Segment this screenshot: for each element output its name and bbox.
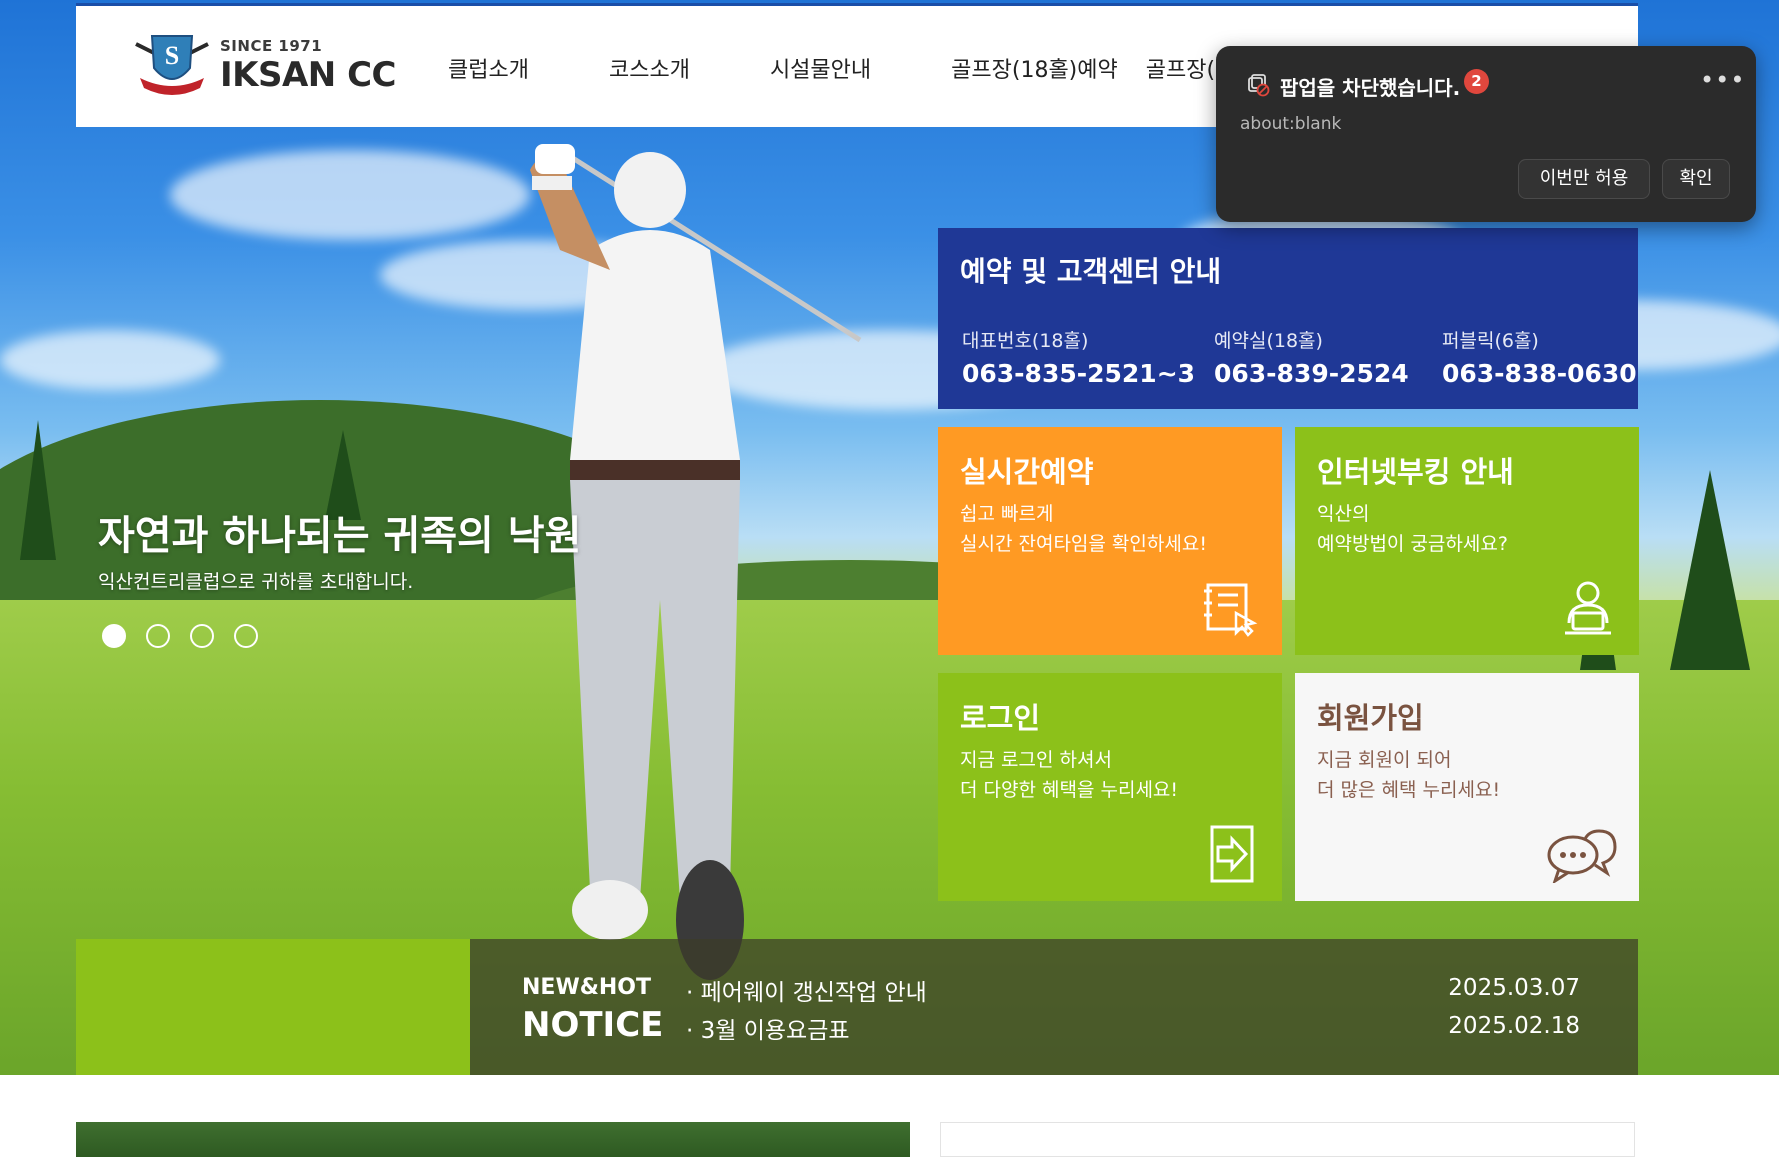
tile-desc-line: 익산의 [1317,503,1370,525]
popup-title: 팝업을 차단했습니다. [1280,76,1461,100]
nav-golf-18-reservation[interactable]: 골프장(18홀)예약 [951,52,1118,84]
notice-item-title[interactable]: · 3월 이용요금표 [686,1011,850,1045]
nav-club-intro[interactable]: 클럽소개 [448,52,529,84]
confirm-button[interactable]: 확인 [1662,159,1730,199]
contact-reservation: 예약실(18홀) 063-839-2524 [1214,326,1409,388]
tile-desc-line: 더 많은 혜택 누리세요! [1317,779,1501,801]
notice-label-bottom: NOTICE [522,1005,664,1045]
user-laptop-icon [1565,581,1611,635]
logo-since: SINCE 1971 [220,36,323,55]
popup-blocked-icon [1248,74,1270,97]
slide-dot-4[interactable] [234,624,258,648]
hero-title: 자연과 하나되는 귀족의 낙원 [98,513,582,559]
contact-public: 퍼블릭(6홀) 063-838-0630 [1442,326,1637,388]
blocked-url[interactable]: about:blank [1240,114,1341,134]
allow-once-button[interactable]: 이번만 허용 [1518,159,1650,199]
contact-main: 대표번호(18홀) 063-835-2521~3 [962,326,1195,388]
tile-desc-line: 쉽고 빠르게 [960,503,1054,525]
tile-desc: 지금 회원이 되어 더 많은 혜택 누리세요! [1317,745,1500,805]
site-logo[interactable]: S SINCE 1971 IKSAN CC [132,28,397,102]
tile-desc: 지금 로그인 하셔서 더 다양한 혜택을 누리세요! [960,745,1178,805]
content-card [940,1122,1635,1157]
nav-course-intro[interactable]: 코스소개 [609,52,690,84]
notice-item-date: 2025.02.18 [1448,1013,1580,1039]
slide-dot-2[interactable] [146,624,170,648]
tile-title: 실시간예약 [960,455,1094,489]
notice-item-title[interactable]: · 페어웨이 갱신작업 안내 [686,973,927,1007]
tile-title: 회원가입 [1317,701,1424,735]
popup-count-badge: 2 [1464,69,1489,94]
svg-text:S: S [165,41,179,70]
tile-desc-line: 지금 회원이 되어 [1317,749,1452,771]
nav-facilities[interactable]: 시설물안내 [770,52,871,84]
slide-dot-1[interactable] [102,624,126,648]
tree [1670,470,1750,670]
notice-item-date: 2025.03.07 [1448,975,1580,1001]
login-icon [1210,825,1254,883]
info-title: 예약 및 고객센터 안내 [960,255,1222,288]
contact-label: 예약실(18홀) [1214,330,1323,352]
tile-desc-line: 더 다양한 혜택을 누리세요! [960,779,1179,801]
tile-desc-line: 지금 로그인 하셔서 [960,749,1112,771]
notice-label-top: NEW&HOT [522,975,652,1000]
tile-login[interactable]: 로그인 지금 로그인 하셔서 더 다양한 혜택을 누리세요! [938,673,1282,901]
chat-icon [1547,829,1617,883]
tile-desc: 익산의 예약방법이 궁금하세요? [1317,499,1508,559]
main-nav: 클럽소개 코스소개 시설물안내 골프장(18홀)예약 골프장(6 [448,52,1309,84]
tile-title: 인터넷부킹 안내 [1317,455,1514,489]
course-photo[interactable] [76,1122,910,1157]
tile-title: 로그인 [960,701,1041,735]
more-options-icon[interactable]: ••• [1700,66,1745,94]
tile-realtime-reservation[interactable]: 실시간예약 쉽고 빠르게 실시간 잔여타임을 확인하세요! [938,427,1282,655]
contact-number[interactable]: 063-835-2521~3 [962,359,1195,388]
contact-label: 대표번호(18홀) [962,330,1089,352]
logo-shield-icon: S [132,28,212,102]
tile-signup[interactable]: 회원가입 지금 회원이 되어 더 많은 혜택 누리세요! [1295,673,1639,901]
tree [20,420,56,560]
golfer-image [530,144,862,980]
reservation-icon [1204,583,1258,637]
hero-subtitle: 익산컨트리클럽으로 귀하를 초대합니다. [98,571,414,593]
tile-internet-booking[interactable]: 인터넷부킹 안내 익산의 예약방법이 궁금하세요? [1295,427,1639,655]
tile-desc-line: 실시간 잔여타임을 확인하세요! [960,533,1207,555]
logo-name: IKSAN CC [220,54,397,95]
contact-number[interactable]: 063-838-0630 [1442,359,1637,388]
tile-desc-line: 예약방법이 궁금하세요? [1317,533,1508,555]
notice-accent-block [76,939,470,1075]
contact-number[interactable]: 063-839-2524 [1214,359,1409,388]
contact-label: 퍼블릭(6홀) [1442,330,1539,352]
tile-desc: 쉽고 빠르게 실시간 잔여타임을 확인하세요! [960,499,1207,559]
cloud [0,330,220,390]
notice-bar: NEW&HOT NOTICE · 페어웨이 갱신작업 안내 2025.03.07… [470,939,1638,1075]
reservation-info-panel: 예약 및 고객센터 안내 대표번호(18홀) 063-835-2521~3 예약… [938,228,1638,409]
slide-indicators [102,624,258,648]
popup-blocked-dialog: 팝업을 차단했습니다. 2 ••• about:blank 이번만 허용 확인 [1216,46,1756,222]
slide-dot-3[interactable] [190,624,214,648]
